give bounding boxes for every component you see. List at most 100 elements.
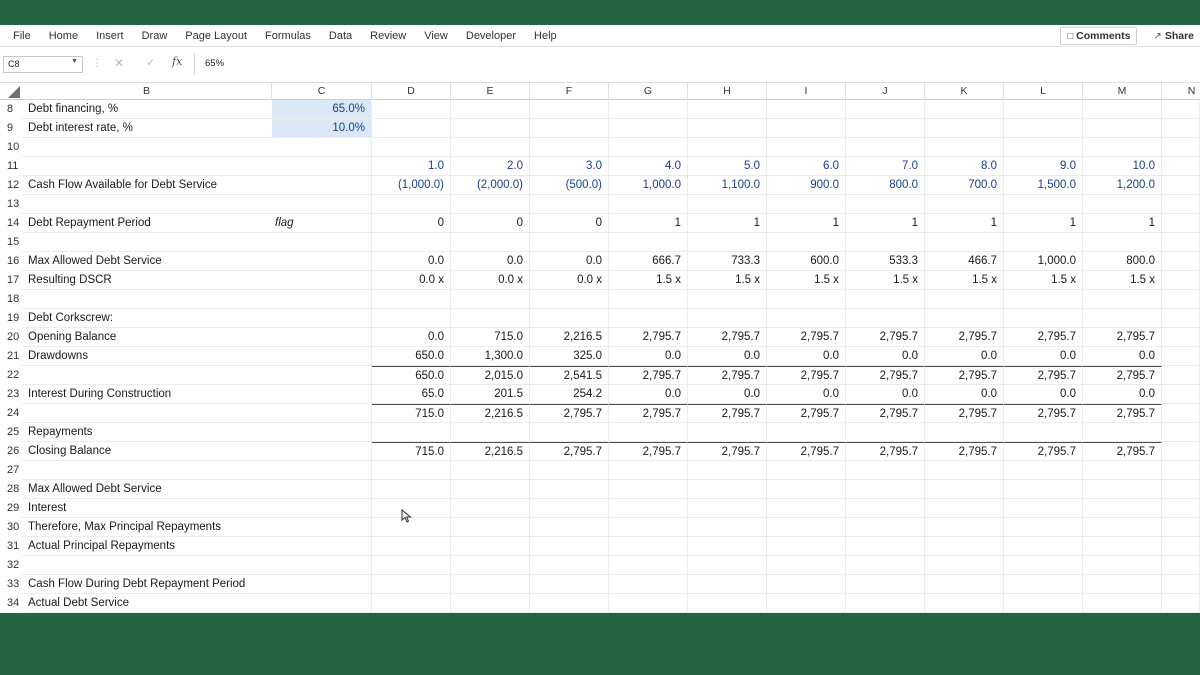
- empty-cell[interactable]: [1162, 366, 1200, 385]
- empty-cell[interactable]: [451, 119, 530, 138]
- empty-cell[interactable]: [1083, 119, 1162, 138]
- value-cell[interactable]: 800.0: [1083, 252, 1162, 271]
- empty-cell[interactable]: [1083, 518, 1162, 537]
- value-cell[interactable]: 2,795.7: [688, 404, 767, 423]
- column-header-f[interactable]: F: [530, 83, 609, 100]
- menu-home[interactable]: Home: [40, 30, 87, 42]
- empty-cell[interactable]: [925, 138, 1004, 157]
- empty-cell[interactable]: [451, 537, 530, 556]
- row-header[interactable]: 16: [0, 252, 22, 271]
- empty-cell[interactable]: [925, 518, 1004, 537]
- column-header-j[interactable]: J: [846, 83, 925, 100]
- value-cell[interactable]: 65.0: [372, 385, 451, 404]
- value-cell[interactable]: 10.0: [1083, 157, 1162, 176]
- value-cell[interactable]: 0.0 x: [451, 271, 530, 290]
- empty-cell[interactable]: [1162, 594, 1200, 613]
- empty-cell[interactable]: [609, 195, 688, 214]
- empty-cell[interactable]: [1083, 138, 1162, 157]
- value-cell[interactable]: 0.0: [609, 347, 688, 366]
- empty-cell[interactable]: [609, 518, 688, 537]
- empty-cell[interactable]: [1004, 138, 1083, 157]
- empty-cell[interactable]: [688, 233, 767, 252]
- row-label-cell[interactable]: [22, 461, 272, 480]
- empty-cell[interactable]: [272, 423, 372, 442]
- menu-page-layout[interactable]: Page Layout: [176, 30, 256, 42]
- empty-cell[interactable]: [1004, 556, 1083, 575]
- value-cell[interactable]: 0.0: [846, 385, 925, 404]
- empty-cell[interactable]: [1004, 195, 1083, 214]
- empty-cell[interactable]: [272, 442, 372, 461]
- row-header[interactable]: 25: [0, 423, 22, 442]
- row-label-cell[interactable]: Max Allowed Debt Service: [22, 252, 272, 271]
- menu-draw[interactable]: Draw: [133, 30, 177, 42]
- value-cell[interactable]: 1.5 x: [609, 271, 688, 290]
- empty-cell[interactable]: [846, 233, 925, 252]
- empty-cell[interactable]: [846, 556, 925, 575]
- share-button[interactable]: ↗ Share: [1147, 27, 1200, 45]
- empty-cell[interactable]: [688, 556, 767, 575]
- empty-cell[interactable]: [1162, 233, 1200, 252]
- empty-cell[interactable]: [767, 575, 846, 594]
- empty-cell[interactable]: [846, 309, 925, 328]
- value-cell[interactable]: 715.0: [372, 442, 451, 461]
- column-header-k[interactable]: K: [925, 83, 1004, 100]
- empty-cell[interactable]: [846, 119, 925, 138]
- empty-cell[interactable]: [1083, 309, 1162, 328]
- empty-cell[interactable]: [1162, 347, 1200, 366]
- value-cell[interactable]: 3.0: [530, 157, 609, 176]
- value-cell[interactable]: 0.0: [846, 347, 925, 366]
- row-label-cell[interactable]: Resulting DSCR: [22, 271, 272, 290]
- value-cell[interactable]: 0.0: [1004, 347, 1083, 366]
- empty-cell[interactable]: [272, 556, 372, 575]
- empty-cell[interactable]: [530, 119, 609, 138]
- empty-cell[interactable]: [767, 119, 846, 138]
- empty-cell[interactable]: [451, 594, 530, 613]
- empty-cell[interactable]: [272, 252, 372, 271]
- empty-cell[interactable]: [1162, 461, 1200, 480]
- empty-cell[interactable]: [451, 195, 530, 214]
- value-cell[interactable]: 0.0: [372, 252, 451, 271]
- column-header-c[interactable]: C: [272, 83, 372, 100]
- empty-cell[interactable]: [1004, 499, 1083, 518]
- value-cell[interactable]: 2,216.5: [530, 328, 609, 347]
- empty-cell[interactable]: [925, 233, 1004, 252]
- menu-review[interactable]: Review: [361, 30, 415, 42]
- row-header[interactable]: 17: [0, 271, 22, 290]
- empty-cell[interactable]: [1162, 290, 1200, 309]
- row-header[interactable]: 31: [0, 537, 22, 556]
- empty-cell[interactable]: [451, 309, 530, 328]
- empty-cell[interactable]: [1162, 271, 1200, 290]
- empty-cell[interactable]: [372, 594, 451, 613]
- empty-cell[interactable]: [609, 461, 688, 480]
- empty-cell[interactable]: [767, 309, 846, 328]
- value-cell[interactable]: (500.0): [530, 176, 609, 195]
- value-cell[interactable]: 2,795.7: [609, 442, 688, 461]
- empty-cell[interactable]: [609, 594, 688, 613]
- value-cell[interactable]: 1.0: [372, 157, 451, 176]
- row-label-cell[interactable]: Drawdowns: [22, 347, 272, 366]
- row-header[interactable]: 12: [0, 176, 22, 195]
- row-label-cell[interactable]: [22, 157, 272, 176]
- empty-cell[interactable]: [272, 233, 372, 252]
- empty-cell[interactable]: [925, 575, 1004, 594]
- empty-cell[interactable]: [925, 594, 1004, 613]
- empty-cell[interactable]: [272, 385, 372, 404]
- row-label-cell[interactable]: Opening Balance: [22, 328, 272, 347]
- empty-cell[interactable]: [530, 499, 609, 518]
- empty-cell[interactable]: [767, 461, 846, 480]
- value-cell[interactable]: 900.0: [767, 176, 846, 195]
- input-cell[interactable]: 10.0%: [272, 119, 372, 138]
- empty-cell[interactable]: [451, 518, 530, 537]
- row-label-cell[interactable]: Cash Flow Available for Debt Service: [22, 176, 272, 195]
- value-cell[interactable]: 2,795.7: [688, 366, 767, 385]
- empty-cell[interactable]: [609, 423, 688, 442]
- empty-cell[interactable]: [1083, 461, 1162, 480]
- empty-cell[interactable]: [1004, 119, 1083, 138]
- empty-cell[interactable]: [451, 423, 530, 442]
- empty-cell[interactable]: [272, 461, 372, 480]
- select-all-button[interactable]: [0, 83, 22, 100]
- empty-cell[interactable]: [272, 157, 372, 176]
- row-header[interactable]: 19: [0, 309, 22, 328]
- value-cell[interactable]: 2,795.7: [530, 404, 609, 423]
- empty-cell[interactable]: [609, 100, 688, 119]
